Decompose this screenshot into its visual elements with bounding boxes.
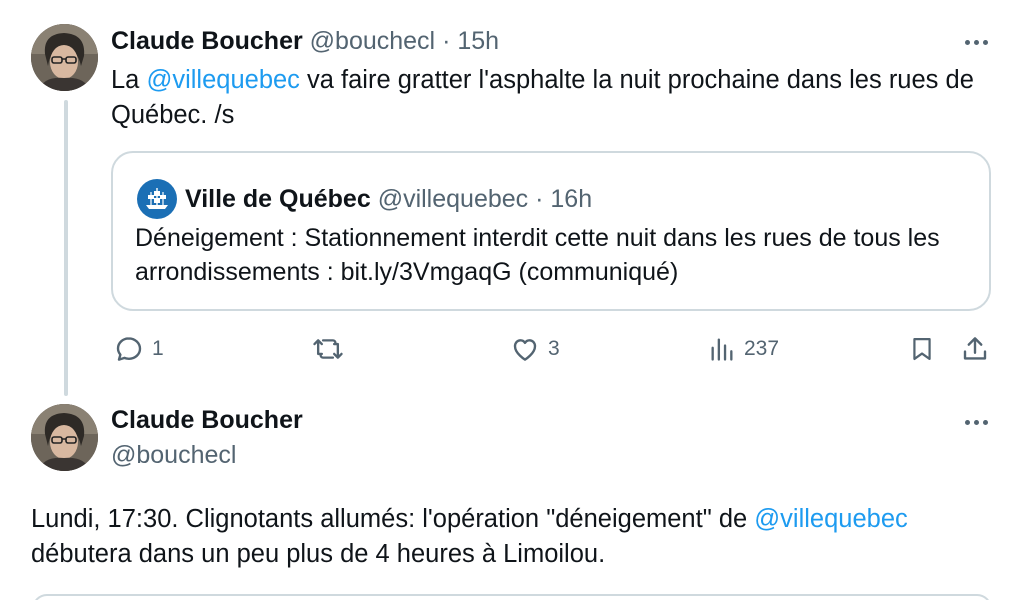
tweet-header: Claude Boucher	[111, 405, 303, 435]
quoted-tweet-card[interactable]: Ville de Québec @villequebec · 16h Dénei…	[111, 151, 991, 311]
avatar[interactable]	[31, 24, 98, 91]
tweet-text: La @villequebec va faire gratter l'aspha…	[111, 63, 991, 133]
views-button[interactable]: 237	[708, 333, 779, 365]
like-count: 3	[548, 337, 560, 360]
tweet-text-end: débutera dans un peu plus de 4 heures à …	[31, 540, 606, 568]
avatar[interactable]	[31, 404, 98, 471]
retweet-icon	[312, 334, 344, 364]
retweet-button[interactable]	[312, 333, 352, 365]
tweet-text: Lundi, 17:30. Clignotants allumés: l'opé…	[31, 502, 971, 572]
tweet-text-start: La	[111, 66, 147, 94]
more-icon[interactable]	[960, 32, 992, 52]
heart-icon	[510, 334, 540, 364]
thread-connector-line	[64, 100, 68, 396]
ship-logo-icon	[137, 179, 177, 219]
media-card-edge[interactable]	[32, 594, 992, 600]
more-icon[interactable]	[960, 412, 992, 432]
quoted-tweet-time[interactable]: 16h	[550, 184, 592, 214]
author-handle[interactable]: @bouchecl	[111, 441, 236, 469]
quoted-author-handle[interactable]: @villequebec	[378, 184, 528, 214]
mention-link[interactable]: @villequebec	[146, 66, 299, 94]
quoted-tweet-header: Ville de Québec @villequebec · 16h	[137, 179, 592, 219]
reply-count: 1	[152, 337, 164, 360]
author-name[interactable]: Claude Boucher	[111, 406, 303, 434]
author-name[interactable]: Claude Boucher	[111, 27, 303, 55]
mention-link[interactable]: @villequebec	[754, 505, 907, 533]
views-count: 237	[744, 337, 780, 360]
like-button[interactable]: 3	[510, 333, 560, 365]
quoted-header-separator: ·	[535, 185, 544, 213]
share-icon	[960, 334, 990, 364]
share-button[interactable]	[960, 333, 990, 365]
reply-button[interactable]: 1	[114, 333, 164, 365]
quoted-tweet-text: Déneigement : Stationnement interdit cet…	[135, 224, 940, 286]
author-handle[interactable]: @bouchecl	[310, 27, 435, 55]
bookmark-button[interactable]	[908, 333, 936, 365]
bookmark-icon	[908, 334, 936, 364]
tweet-time[interactable]: 15h	[457, 27, 499, 55]
tweet-handle-row: @bouchecl	[111, 440, 236, 470]
tweet-header: Claude Boucher @bouchecl · 15h	[111, 26, 499, 56]
reply-icon	[114, 334, 144, 364]
header-separator: ·	[442, 27, 451, 55]
views-icon	[708, 334, 736, 364]
tweet-text-start: Lundi, 17:30. Clignotants allumés: l'opé…	[31, 505, 755, 533]
quoted-author-name[interactable]: Ville de Québec	[185, 184, 371, 214]
